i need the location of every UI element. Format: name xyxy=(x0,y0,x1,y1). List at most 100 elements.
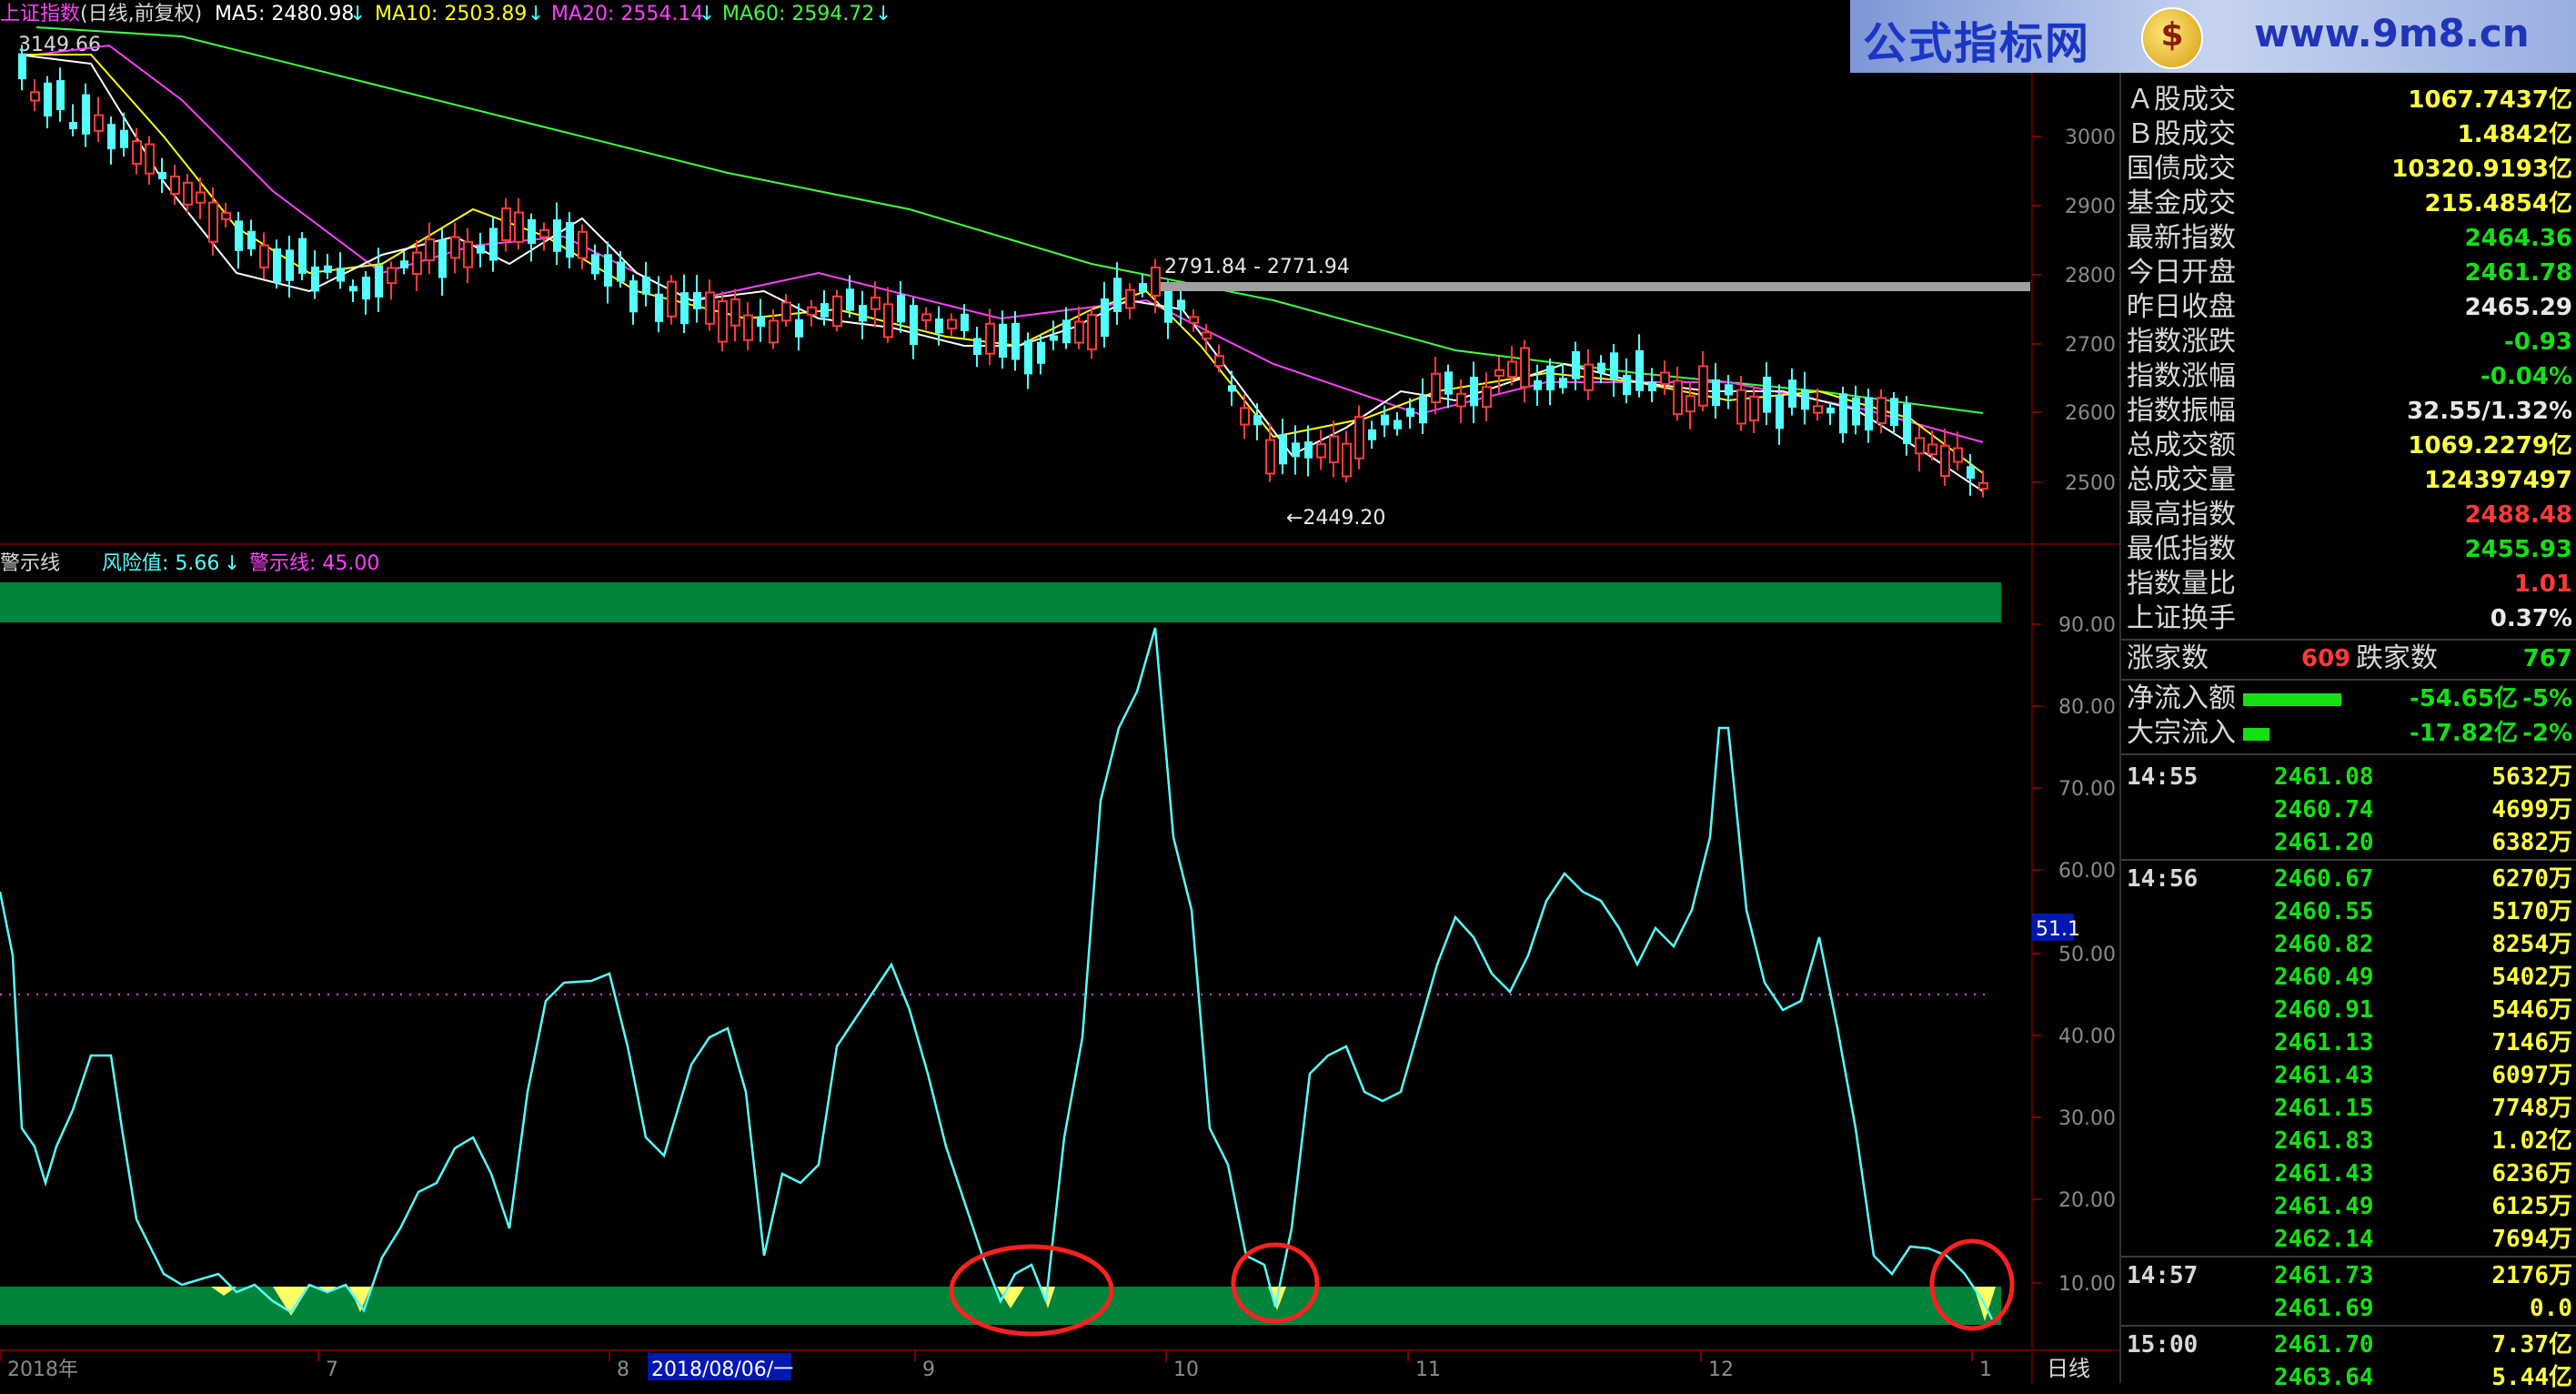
stat-label: 国债成交 xyxy=(2127,153,2236,185)
ma20-arrow: ↓ xyxy=(699,3,715,25)
stat-row: 指数涨幅 -0.04% xyxy=(2121,360,2576,393)
tick-price: 2461.20 xyxy=(2274,829,2374,856)
resistance-bar xyxy=(1161,282,2030,291)
flow-pct: -5% xyxy=(2522,685,2572,712)
tick-volume: 5632万 xyxy=(2491,763,2572,791)
tick-volume: 7748万 xyxy=(2491,1095,2572,1122)
brand-logo-icon: $ xyxy=(2141,7,2203,69)
time-label: 12 xyxy=(1708,1359,1734,1381)
stat-value: 1.01 xyxy=(2513,571,2572,598)
period-label[interactable]: 日线 xyxy=(2047,1356,2090,1381)
stat-row: 最新指数 2464.36 xyxy=(2121,222,2576,255)
tick-price: 2461.08 xyxy=(2274,763,2374,791)
indicator-tick: 70.00 xyxy=(2058,778,2116,801)
price-tick: 2900 xyxy=(2065,196,2116,218)
tick-row: 2461.49 6125万 xyxy=(2121,1190,2576,1223)
stat-row: Ａ股成交 1067.7437亿 xyxy=(2121,84,2576,116)
tick-price: 2461.69 xyxy=(2274,1295,2374,1322)
stat-value: 1067.7437亿 xyxy=(2408,86,2572,114)
tick-price: 2461.13 xyxy=(2274,1029,2374,1056)
tick-row: 2460.49 5402万 xyxy=(2121,961,2576,994)
risk-value-label: 风险值: 5.66 xyxy=(102,552,219,575)
tick-row: 2460.55 5170万 xyxy=(2121,895,2576,928)
stat-value: 215.4854亿 xyxy=(2424,190,2572,217)
chart-mode: (日线,前复权) xyxy=(80,3,202,25)
stat-label: 总成交量 xyxy=(2127,464,2236,496)
stat-label: 指数振幅 xyxy=(2127,395,2236,427)
time-axis: 2018年 7 8 2018/08/06/一 9 10 11 12 1 日线 xyxy=(0,1350,2090,1381)
ma10-arrow: ↓ xyxy=(528,3,544,25)
tick-volume: 6270万 xyxy=(2491,865,2572,893)
time-label: 1 xyxy=(1979,1359,1992,1381)
upper-zone-band xyxy=(0,582,2001,622)
time-label: 10 xyxy=(1173,1359,1199,1381)
ma5-arrow: ↓ xyxy=(349,3,366,25)
stat-label: 今日开盘 xyxy=(2127,257,2236,288)
moving-average-lines xyxy=(17,26,1984,492)
ma10-legend: MA10: 2503.89 xyxy=(375,3,527,25)
decliners-label: 跌家数 xyxy=(2356,642,2438,674)
risk-arrow: ↓ xyxy=(224,552,240,575)
tick-time: 14:56 xyxy=(2127,865,2199,893)
warn-line-label: 警示线: 45.00 xyxy=(249,552,379,575)
tick-row: 2461.83 1.02亿 xyxy=(2121,1125,2576,1157)
flow-label: 净流入额 xyxy=(2127,682,2236,714)
candlesticks xyxy=(18,45,1988,498)
watermark-banner: 公式指标网 $ www.9m8.cn xyxy=(1850,0,2576,73)
stat-label: 最低指数 xyxy=(2127,533,2236,565)
tick-volume: 2176万 xyxy=(2491,1262,2572,1289)
tick-row: 2461.13 7146万 xyxy=(2121,1026,2576,1059)
tick-price: 2461.83 xyxy=(2274,1127,2374,1155)
tick-time: 15:00 xyxy=(2127,1331,2199,1359)
stat-value: 2464.36 xyxy=(2464,225,2572,252)
ma20-legend: MA20: 2554.14 xyxy=(551,3,703,25)
advancers-count: 609 xyxy=(2301,645,2351,672)
index-name[interactable]: 上证指数 xyxy=(0,3,80,25)
tick-time: 14:57 xyxy=(2127,1262,2199,1289)
stat-value: 2465.29 xyxy=(2464,294,2572,321)
stat-value: -0.93 xyxy=(2504,328,2572,356)
brand-url: www.9m8.cn xyxy=(2254,11,2530,56)
tick-row: 14:57 2461.73 2176万 xyxy=(2121,1259,2576,1292)
stat-label: 指数涨幅 xyxy=(2127,360,2236,392)
chart-area[interactable]: 上证指数 (日线,前复权) MA5: 2480.98 ↓ MA10: 2503.… xyxy=(0,0,2119,1383)
indicator-name: 警示线 xyxy=(0,552,60,575)
stat-row: 国债成交 10320.9193亿 xyxy=(2121,153,2576,186)
tick-volume: 7694万 xyxy=(2491,1226,2572,1253)
ma60-arrow: ↓ xyxy=(875,3,891,25)
tick-volume: 5402万 xyxy=(2491,964,2572,991)
tick-row: 2462.14 7694万 xyxy=(2121,1223,2576,1256)
indicator-tick: 80.00 xyxy=(2058,696,2116,719)
flow-row: 大宗流入 -17.82亿 -2% xyxy=(2121,717,2576,750)
current-value-text: 51.1 xyxy=(2036,918,2080,941)
tick-price: 2460.91 xyxy=(2274,996,2374,1024)
ma5-legend: MA5: 2480.98 xyxy=(215,3,354,25)
stat-row: 指数涨跌 -0.93 xyxy=(2121,326,2576,359)
stat-label: 总成交额 xyxy=(2127,429,2236,461)
stat-row: Ｂ股成交 1.4842亿 xyxy=(2121,118,2576,151)
price-tick: 3000 xyxy=(2065,126,2116,149)
tick-row: 2461.43 6097万 xyxy=(2121,1059,2576,1092)
stat-value: -0.04% xyxy=(2480,363,2572,390)
tick-volume: 7146万 xyxy=(2491,1029,2572,1056)
ma60-line xyxy=(35,26,1984,414)
stat-row: 上证换手 0.37% xyxy=(2121,602,2576,635)
stat-row: 基金成交 215.4854亿 xyxy=(2121,187,2576,220)
tick-volume: 6236万 xyxy=(2491,1160,2572,1187)
period-high-label: 3149.66 xyxy=(18,34,101,56)
stat-label: Ａ股成交 xyxy=(2127,84,2236,116)
tick-row: 15:00 2461.70 7.37亿 xyxy=(2121,1328,2576,1361)
stat-row: 昨日收盘 2465.29 xyxy=(2121,291,2576,324)
price-tick: 2600 xyxy=(2065,402,2116,425)
price-tick: 2500 xyxy=(2065,472,2116,495)
tick-price: 2460.74 xyxy=(2274,796,2374,823)
stat-row: 指数振幅 32.55/1.32% xyxy=(2121,395,2576,428)
indicator-tick: 40.00 xyxy=(2058,1025,2116,1048)
indicator-tick: 10.00 xyxy=(2058,1273,2116,1296)
tick-row: 2461.15 7748万 xyxy=(2121,1092,2576,1125)
tick-price: 2461.73 xyxy=(2274,1262,2374,1289)
indicator-tick: 50.00 xyxy=(2058,944,2116,966)
tick-volume: 8254万 xyxy=(2491,931,2572,958)
tick-price: 2460.55 xyxy=(2274,898,2374,925)
tick-price: 2463.64 xyxy=(2274,1364,2374,1391)
